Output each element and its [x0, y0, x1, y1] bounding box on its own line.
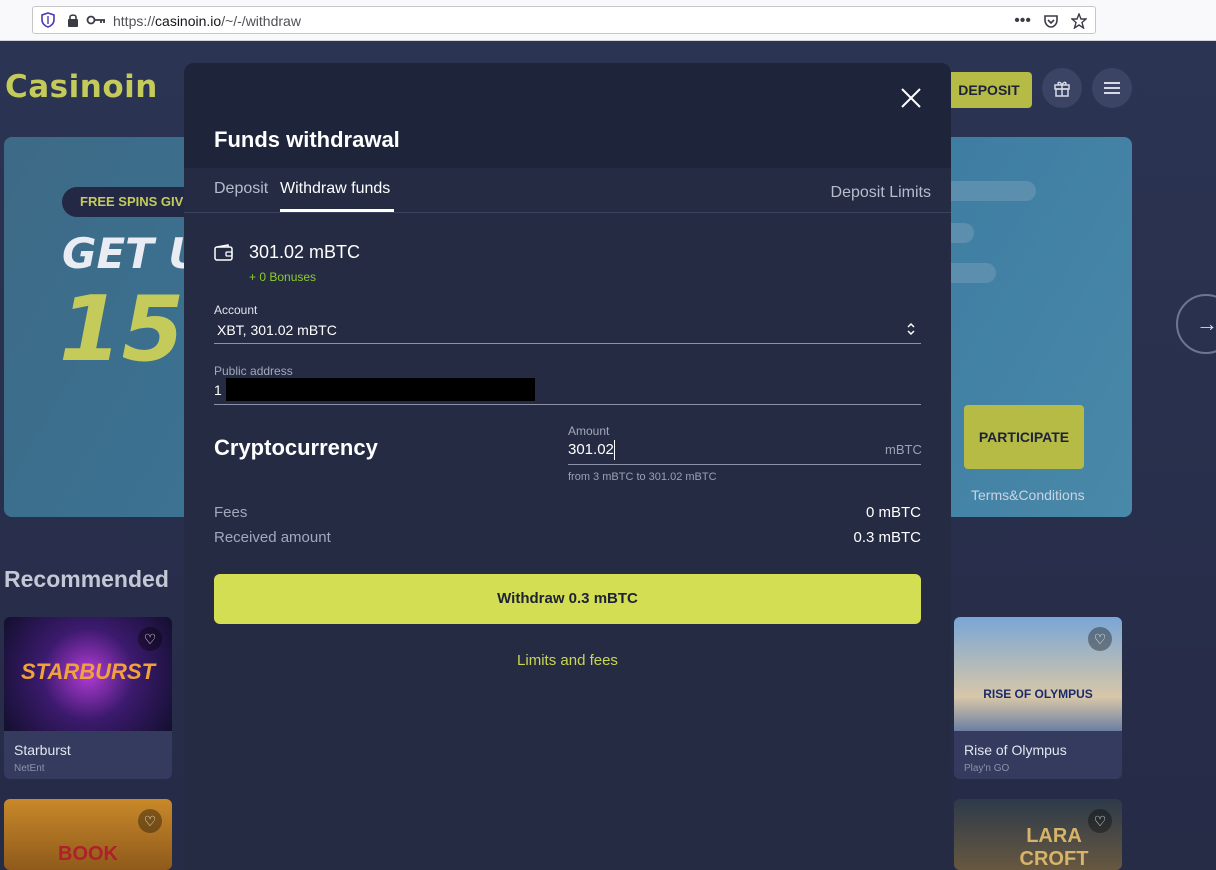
site-logo[interactable]: Casinoin	[5, 69, 158, 105]
modal-title: Funds withdrawal	[214, 127, 400, 152]
favorite-heart-icon[interactable]: ♡	[138, 809, 162, 833]
game-thumb-text: RISE OF OLYMPUS	[983, 687, 1093, 701]
game-provider: NetEnt	[14, 763, 45, 774]
game-title: Starburst	[14, 742, 71, 758]
tab-deposit-limits[interactable]: Deposit Limits	[831, 184, 931, 202]
modal-tabs: Deposit Withdraw funds Deposit Limits	[184, 168, 951, 213]
key-icon[interactable]	[86, 14, 106, 26]
terms-link[interactable]: Terms&Conditions	[971, 487, 1085, 503]
header-deposit-button[interactable]: DEPOSIT	[942, 72, 1032, 108]
url-host: casinoin.io	[155, 13, 222, 29]
browser-toolbar: https://casinoin.io/~/-/withdraw •••	[0, 0, 1216, 41]
public-address-label: Public address	[214, 364, 293, 378]
public-address-underline	[214, 404, 921, 405]
lock-icon[interactable]	[67, 13, 79, 27]
amount-range-hint: from 3 mBTC to 301.02 mBTC	[568, 471, 717, 483]
game-card[interactable]: LARA CROFT ♡	[954, 799, 1122, 870]
banner-tag: FREE SPINS GIV	[62, 187, 202, 217]
url-bar[interactable]: https://casinoin.io/~/-/withdraw •••	[32, 6, 1096, 34]
amount-label: Amount	[568, 424, 610, 438]
amount-underline	[568, 464, 921, 465]
arrow-right-icon: →	[1196, 311, 1216, 336]
account-select[interactable]: XBT, 301.02 mBTC	[217, 322, 337, 338]
amount-unit: mBTC	[885, 442, 922, 457]
account-underline	[214, 343, 921, 344]
url-prefix: https://	[113, 13, 156, 29]
close-icon[interactable]	[898, 85, 924, 111]
banner-headline: GET U	[62, 229, 203, 278]
game-provider: Play'n GO	[964, 763, 1010, 774]
amount-input[interactable]: 301.02	[568, 441, 614, 458]
game-card[interactable]: STARBURST ♡ Starburst NetEnt	[4, 617, 172, 779]
url-text[interactable]: https://casinoin.io/~/-/withdraw	[113, 13, 301, 29]
favorite-heart-icon[interactable]: ♡	[138, 627, 162, 651]
withdrawal-modal: Funds withdrawal Deposit Withdraw funds …	[184, 63, 951, 870]
cryptocurrency-title: Cryptocurrency	[214, 435, 378, 460]
fees-label: Fees	[214, 504, 248, 521]
participate-button[interactable]: PARTICIPATE	[964, 405, 1084, 469]
gift-icon	[1054, 81, 1070, 97]
received-amount-label: Received amount	[214, 529, 331, 546]
tab-deposit[interactable]: Deposit	[214, 180, 268, 198]
modal-header: Funds withdrawal	[184, 63, 951, 168]
public-address-input[interactable]: 1	[214, 382, 222, 398]
recommended-title: Recommended	[4, 566, 169, 592]
url-path: /~/-/withdraw	[221, 13, 301, 29]
gift-button[interactable]	[1042, 68, 1082, 108]
withdraw-button[interactable]: Withdraw 0.3 mBTC	[214, 574, 921, 624]
game-card[interactable]: RISE OF OLYMPUS ♡ Rise of Olympus Play'n…	[954, 617, 1122, 779]
fees-value: 0 mBTC	[865, 504, 921, 521]
carousel-next-button[interactable]: →	[1176, 294, 1216, 354]
limits-and-fees-link[interactable]: Limits and fees	[184, 652, 951, 669]
urlbar-actions: •••	[1014, 11, 1087, 31]
game-thumb-text: BOOK	[58, 843, 118, 865]
menu-button[interactable]	[1092, 68, 1132, 108]
bookmark-star-icon[interactable]	[1071, 13, 1087, 29]
account-label: Account	[214, 303, 258, 317]
select-arrows-icon[interactable]	[906, 321, 916, 337]
balance-value: 301.02 mBTC	[249, 242, 361, 262]
tracking-shield-icon[interactable]	[41, 12, 55, 28]
game-title: Rise of Olympus	[964, 742, 1067, 758]
bonus-count: + 0 Bonuses	[249, 270, 317, 284]
game-card[interactable]: BOOK ♡	[4, 799, 172, 870]
text-caret	[614, 440, 615, 460]
pocket-icon[interactable]	[1043, 13, 1059, 29]
page-actions-icon[interactable]: •••	[1014, 12, 1031, 30]
favorite-heart-icon[interactable]: ♡	[1088, 627, 1112, 651]
wallet-icon	[214, 244, 233, 261]
hamburger-icon	[1104, 82, 1120, 94]
active-tab-indicator	[280, 209, 394, 212]
received-amount-value: 0.3 mBTC	[853, 529, 921, 546]
redacted-address	[226, 378, 535, 401]
tab-withdraw-funds[interactable]: Withdraw funds	[280, 180, 390, 198]
favorite-heart-icon[interactable]: ♡	[1088, 809, 1112, 833]
game-thumb-text: STARBURST	[20, 659, 156, 684]
